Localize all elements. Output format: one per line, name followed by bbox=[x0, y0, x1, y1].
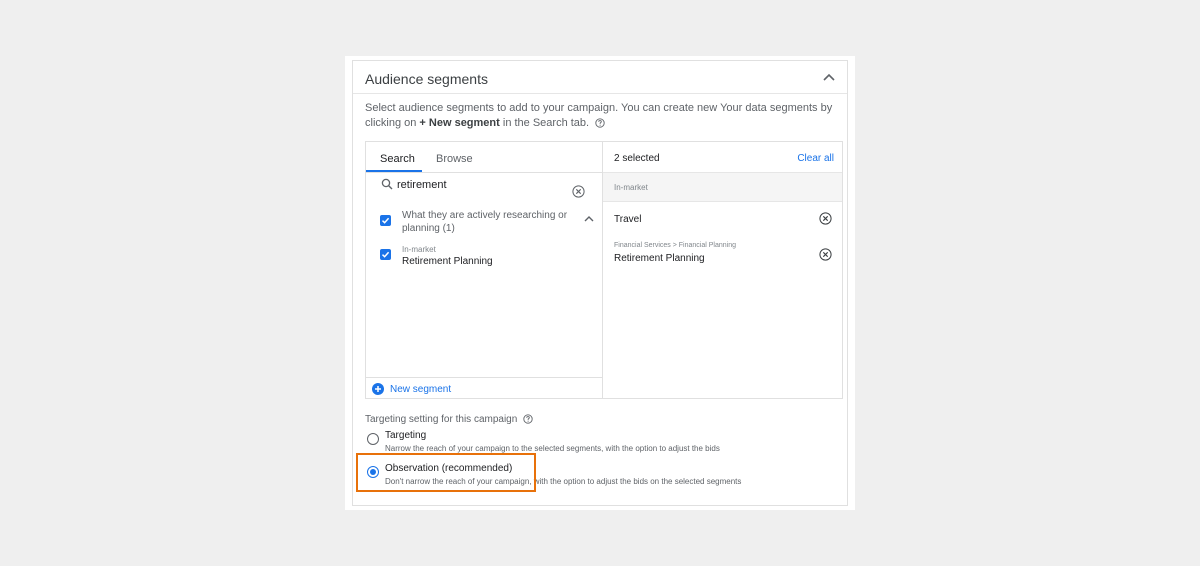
result-group-row[interactable]: What they are actively researching or pl… bbox=[366, 206, 602, 240]
selected-item-label: Travel bbox=[614, 214, 642, 225]
selected-group-header: In-market bbox=[603, 172, 842, 202]
help-icon[interactable] bbox=[595, 118, 605, 128]
targeting-option-desc: Narrow the reach of your campaign to the… bbox=[385, 444, 720, 453]
remove-icon[interactable] bbox=[819, 248, 832, 261]
plus-icon[interactable] bbox=[372, 383, 384, 395]
selected-count: 2 selected bbox=[614, 153, 660, 164]
clear-all-button[interactable]: Clear all bbox=[797, 153, 834, 164]
segment-tabs: Search Browse bbox=[366, 142, 602, 173]
selected-item-retirement: Financial Services > Financial Planning … bbox=[603, 242, 842, 272]
selected-item-travel: Travel bbox=[603, 204, 842, 236]
remove-icon[interactable] bbox=[819, 212, 832, 225]
section-title: Audience segments bbox=[365, 71, 488, 87]
clear-search-icon[interactable] bbox=[572, 185, 585, 198]
audience-segments-section: Audience segments Select audience segmen… bbox=[352, 60, 848, 506]
highlight-box bbox=[356, 453, 536, 492]
search-row bbox=[366, 172, 602, 198]
check-icon bbox=[381, 217, 390, 224]
group-checkbox[interactable] bbox=[380, 215, 391, 226]
search-icon bbox=[381, 178, 393, 190]
chevron-up-icon bbox=[823, 73, 835, 81]
targeting-setting-label: Targeting setting for this campaign bbox=[365, 414, 533, 425]
check-icon bbox=[381, 251, 390, 258]
tab-browse[interactable]: Browse bbox=[436, 153, 473, 165]
selected-item-label: Retirement Planning bbox=[614, 253, 705, 264]
result-item-row[interactable]: In-market Retirement Planning bbox=[366, 243, 602, 271]
chevron-up-icon[interactable] bbox=[584, 215, 594, 222]
new-segment-row: New segment bbox=[366, 377, 602, 401]
result-item-category: In-market bbox=[402, 245, 436, 254]
search-pane: Search Browse retirement What they are a… bbox=[366, 142, 602, 398]
new-segment-button[interactable]: New segment bbox=[390, 384, 451, 395]
selected-group-label: In-market bbox=[614, 183, 648, 192]
tab-search[interactable]: Search bbox=[380, 153, 415, 165]
new-segment-hint: + New segment bbox=[419, 117, 500, 129]
header-divider bbox=[353, 93, 847, 94]
help-icon[interactable] bbox=[523, 414, 533, 424]
result-group-label: What they are actively researching or pl… bbox=[402, 210, 568, 234]
audience-segments-card: Audience segments Select audience segmen… bbox=[345, 56, 855, 510]
search-input[interactable] bbox=[397, 176, 557, 194]
selected-pane: 2 selected Clear all In-market Travel Fi… bbox=[602, 142, 842, 398]
segment-selector-panel: Search Browse retirement What they are a… bbox=[365, 141, 843, 399]
collapse-button[interactable] bbox=[819, 67, 839, 87]
result-item-label: Retirement Planning bbox=[402, 256, 493, 267]
selected-item-path: Financial Services > Financial Planning bbox=[614, 242, 736, 249]
targeting-radio[interactable] bbox=[367, 433, 379, 445]
targeting-option-title: Targeting bbox=[385, 430, 427, 441]
section-description: Select audience segments to add to your … bbox=[365, 102, 833, 129]
item-checkbox[interactable] bbox=[380, 249, 391, 260]
